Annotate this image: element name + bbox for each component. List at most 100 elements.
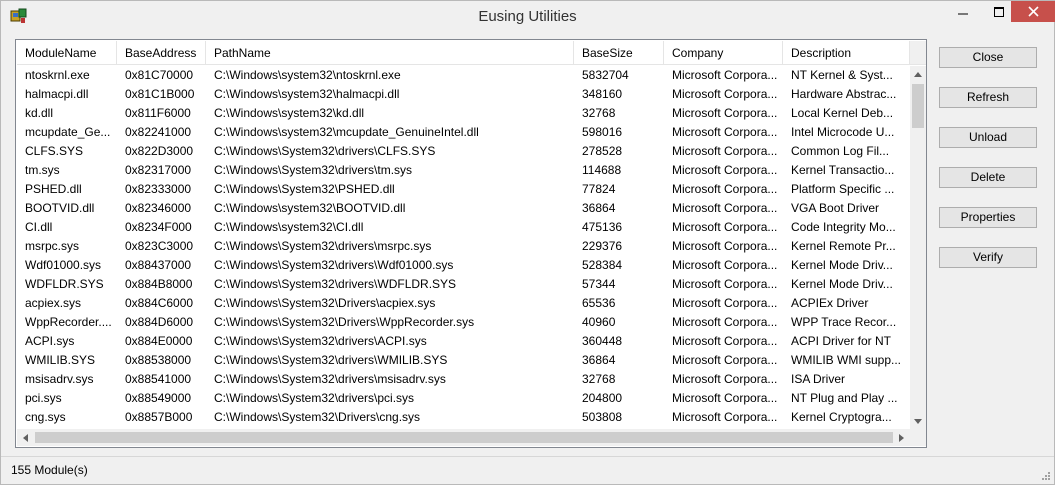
column-header-company[interactable]: Company [664,41,783,65]
table-row[interactable]: WDFLDR.SYS 0x884B8000 C:\Windows\System32\… [17,275,910,294]
table-row[interactable]: CLFS.SYS 0x822D3000 C:\Windows\System32\dr… [17,142,910,161]
cell-baseaddress: 0x82333000 [125,182,192,196]
scroll-right-button[interactable] [893,429,910,446]
cell-modulename: ACPI.sys [25,334,75,348]
table-row[interactable]: acpiex.sys 0x884C6000 C:\Windows\System32\… [17,294,910,313]
cell-description: Kernel Mode Driv... [791,277,893,291]
cell-modulename: acpiex.sys [25,296,82,310]
column-header-pathname[interactable]: PathName [206,41,574,65]
table-row[interactable]: Wdf01000.sys 0x88437000 C:\Windows\System3… [17,256,910,275]
table-row[interactable]: halmacpi.dll 0x81C1B000 C:\Windows\system3… [17,85,910,104]
cell-modulename: ntoskrnl.exe [25,68,90,82]
cell-basesize: 32768 [582,106,616,120]
cell-pathname: C:\Windows\system32\kd.dll [214,106,365,120]
cell-basesize: 229376 [582,239,623,253]
cell-modulename: msrpc.sys [25,239,79,253]
column-header-baseaddress[interactable]: BaseAddress [117,41,206,65]
horizontal-scroll-thumb[interactable] [35,432,893,443]
cell-baseaddress: 0x88437000 [125,258,192,272]
cell-pathname: C:\Windows\System32\Drivers\cng.sys [214,410,421,424]
table-row[interactable]: tm.sys 0x82317000 C:\Windows\System32\driv… [17,161,910,180]
cell-pathname: C:\Windows\system32\ntoskrnl.exe [214,68,401,82]
table-row[interactable]: kd.dll 0x811F6000 C:\Windows\system32\kd.d… [17,104,910,123]
resize-grip-icon[interactable] [1040,470,1051,481]
cell-baseaddress: 0x81C70000 [125,68,194,82]
vertical-scrollbar[interactable] [910,66,926,429]
table-row[interactable]: mcupdate_Ge... 0x82241000 C:\Windows\syste… [17,123,910,142]
cell-baseaddress: 0x81C1B000 [125,87,195,101]
cell-modulename: kd.dll [25,106,54,120]
scroll-up-button[interactable] [910,66,926,82]
table-row[interactable]: ntoskrnl.exe 0x81C70000 C:\Windows\system3… [17,66,910,85]
column-header-modulename[interactable]: ModuleName [17,41,117,65]
title-bar: Eusing Utilities [1,1,1055,32]
close-window-button[interactable] [1011,1,1055,22]
cell-basesize: 36864 [582,353,616,367]
cell-description: NT Plug and Play ... [791,391,898,405]
cell-description: Kernel Transactio... [791,163,895,177]
verify-button[interactable]: Verify [939,247,1037,268]
cell-description: Kernel Mode Driv... [791,258,893,272]
cell-modulename: cng.sys [25,410,66,424]
table-row[interactable]: WppRecorder.... 0x884D6000 C:\Windows\Syst… [17,313,910,332]
horizontal-scrollbar[interactable] [17,429,910,446]
cell-modulename: CI.dll [25,220,53,234]
chevron-up-icon [914,71,922,77]
cell-basesize: 57344 [582,277,616,291]
cell-company: Microsoft Corpora... [672,201,778,215]
cell-pathname: C:\Windows\system32\mcupdate_GenuineInte… [214,125,479,139]
column-header-description[interactable]: Description [783,41,910,65]
cell-basesize: 32768 [582,372,616,386]
status-bar: 155 Module(s) [1,456,1054,484]
cell-description: Kernel Remote Pr... [791,239,896,253]
cell-pathname: C:\Windows\System32\drivers\tm.sys [214,163,413,177]
table-row[interactable]: msrpc.sys 0x823C3000 C:\Windows\System32\d… [17,237,910,256]
table-row[interactable]: ACPI.sys 0x884E0000 C:\Windows\System32\dr… [17,332,910,351]
cell-baseaddress: 0x822D3000 [125,144,194,158]
minimize-button[interactable] [940,1,986,22]
scroll-left-button[interactable] [17,429,34,446]
cell-basesize: 77824 [582,182,616,196]
delete-button[interactable]: Delete [939,167,1037,188]
close-button[interactable]: Close [939,47,1037,68]
column-header-basesize[interactable]: BaseSize [574,41,664,65]
scroll-down-button[interactable] [910,413,926,429]
unload-button[interactable]: Unload [939,127,1037,148]
properties-button[interactable]: Properties [939,207,1037,228]
cell-company: Microsoft Corpora... [672,334,778,348]
vertical-scroll-thumb[interactable] [912,84,924,128]
cell-pathname: C:\Windows\System32\drivers\WDFLDR.SYS [214,277,457,291]
cell-description: ACPI Driver for NT [791,334,892,348]
cell-pathname: C:\Windows\System32\drivers\msrpc.sys [214,239,432,253]
cell-pathname: C:\Windows\System32\drivers\Wdf01000.sys [214,258,454,272]
table-row[interactable]: pci.sys 0x88549000 C:\Windows\System32\dri… [17,389,910,408]
cell-basesize: 360448 [582,334,623,348]
cell-company: Microsoft Corpora... [672,106,778,120]
maximize-icon [994,6,1004,17]
cell-modulename: halmacpi.dll [25,87,89,101]
cell-description: Platform Specific ... [791,182,895,196]
chevron-right-icon [899,433,904,442]
cell-pathname: C:\Windows\system32\CI.dll [214,220,364,234]
cell-baseaddress: 0x8857B000 [125,410,193,424]
cell-company: Microsoft Corpora... [672,372,778,386]
cell-baseaddress: 0x811F6000 [125,106,191,120]
cell-company: Microsoft Corpora... [672,125,778,139]
table-row[interactable]: msisadrv.sys 0x88541000 C:\Windows\System3… [17,370,910,389]
table-row[interactable]: BOOTVID.dll 0x82346000 C:\Windows\system32… [17,199,910,218]
main-window: Eusing Utilities ModuleName BaseAddress … [0,0,1055,485]
cell-description: WPP Trace Recor... [791,315,897,329]
cell-pathname: C:\Windows\System32\Drivers\WppRecorder.… [214,315,475,329]
cell-description: WMILIB WMI supp... [791,353,902,367]
maximize-button[interactable] [986,1,1012,22]
table-row[interactable]: cng.sys 0x8857B000 C:\Windows\System32\Dri… [17,408,910,427]
module-count-text: 155 Module(s) [11,463,88,477]
cell-modulename: WppRecorder.... [25,315,112,329]
module-list[interactable]: ModuleName BaseAddress PathName BaseSize… [15,39,927,448]
table-row[interactable]: PSHED.dll 0x82333000 C:\Windows\System32\P… [17,180,910,199]
table-row[interactable]: CI.dll 0x8234F000 C:\Windows\system32\CI.d… [17,218,910,237]
refresh-button[interactable]: Refresh [939,87,1037,108]
cell-company: Microsoft Corpora... [672,391,778,405]
table-row[interactable]: WMILIB.SYS 0x88538000 C:\Windows\System32\… [17,351,910,370]
cell-pathname: C:\Windows\system32\halmacpi.dll [214,87,400,101]
